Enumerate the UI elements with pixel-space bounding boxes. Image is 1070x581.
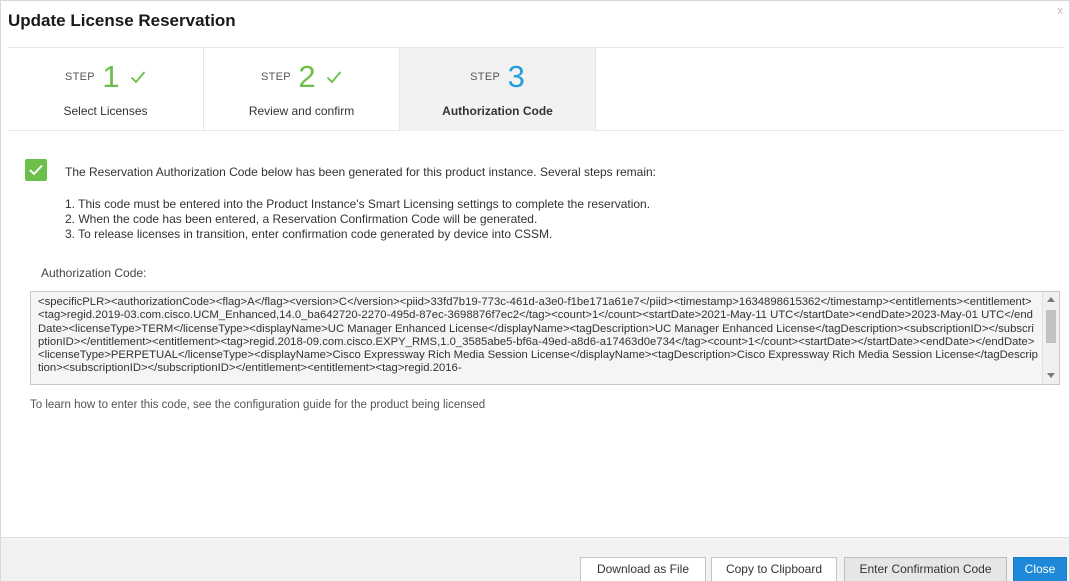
authorization-code-label: Authorization Code: — [41, 266, 147, 280]
step-word: STEP — [470, 71, 501, 83]
scroll-up-arrow-icon[interactable] — [1047, 297, 1055, 302]
step-word: STEP — [64, 71, 95, 83]
step-word: STEP — [260, 71, 291, 83]
close-button[interactable]: Close — [1013, 557, 1067, 581]
authorization-code-text: <specificPLR><authorizationCode><flag>A<… — [38, 296, 1038, 375]
wizard-step-2: STEP 2 Review and confirm — [204, 48, 400, 131]
enter-confirmation-code-button[interactable]: Enter Confirmation Code — [844, 557, 1007, 581]
code-scrollbar[interactable] — [1042, 292, 1059, 384]
checkmark-icon — [326, 71, 342, 84]
list-item: 1. This code must be entered into the Pr… — [65, 197, 651, 211]
wizard-steps: STEP 1 Select Licenses STEP 2 Review and… — [8, 47, 1064, 131]
dialog-title: Update License Reservation — [8, 11, 236, 30]
list-item: 2. When the code has been entered, a Res… — [65, 212, 538, 226]
update-license-reservation-dialog: Update License Reservation x STEP 1 Sele… — [0, 0, 1070, 581]
step-number: 1 — [102, 59, 120, 94]
scroll-thumb[interactable] — [1046, 310, 1056, 343]
step-number: 2 — [298, 59, 316, 94]
wizard-step-3: STEP 3 Authorization Code — [400, 48, 596, 131]
wizard-step-1: STEP 1 Select Licenses — [8, 48, 204, 131]
step-label: Review and confirm — [248, 104, 355, 118]
close-icon[interactable]: x — [1058, 5, 1064, 17]
list-item: 3. To release licenses in transition, en… — [65, 227, 553, 241]
checkmark-icon — [130, 71, 146, 84]
success-message: The Reservation Authorization Code below… — [65, 165, 657, 179]
help-text: To learn how to enter this code, see the… — [30, 399, 486, 411]
copy-to-clipboard-button[interactable]: Copy to Clipboard — [711, 557, 837, 581]
authorization-code-textarea[interactable]: <specificPLR><authorizationCode><flag>A<… — [30, 291, 1060, 385]
download-as-file-button[interactable]: Download as File — [580, 557, 706, 581]
step-label: Authorization Code — [442, 104, 553, 118]
scroll-down-arrow-icon[interactable] — [1047, 373, 1055, 378]
step-label: Select Licenses — [63, 104, 148, 118]
success-check-icon — [25, 159, 47, 181]
remaining-steps-list: 1. This code must be entered into the Pr… — [65, 197, 650, 242]
dialog-footer: Download as File Copy to Clipboard Enter… — [1, 537, 1069, 581]
step-number: 3 — [507, 59, 525, 94]
